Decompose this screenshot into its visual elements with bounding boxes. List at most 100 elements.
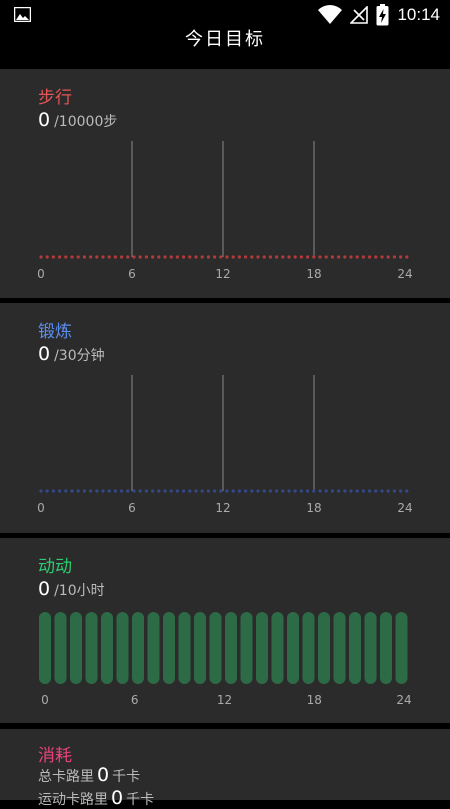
baseline-dot: [101, 255, 105, 259]
battery-charging-icon: [376, 4, 389, 26]
baseline-dot: [157, 255, 161, 259]
baseline-dot: [64, 489, 68, 493]
baseline-dot: [256, 255, 260, 259]
sport-calories-unit: 千卡: [126, 792, 155, 808]
baseline-dot: [337, 489, 341, 493]
baseline-dot: [281, 255, 285, 259]
baseline-dot: [95, 255, 99, 259]
exercise-chart: 0 6 12 18 24: [37, 375, 413, 515]
baseline-dot: [219, 255, 223, 259]
app-bar: 今日目标: [0, 30, 450, 68]
baseline-dot: [163, 255, 167, 259]
baseline-dot: [386, 255, 390, 259]
hour-bar: [395, 612, 408, 684]
hour-bar: [333, 612, 346, 684]
baseline-dot: [237, 489, 241, 493]
baseline-dot: [169, 255, 173, 259]
baseline-dot: [275, 489, 279, 493]
total-calories: 总卡路里 0 千卡: [38, 764, 140, 786]
hour-bar: [70, 612, 82, 684]
axis-tick-label: 0: [37, 267, 45, 281]
baseline-dot: [213, 489, 217, 493]
baseline-dot: [76, 255, 80, 259]
active-card[interactable]: 动动 0/10小时 0 6 12 18 24: [0, 538, 450, 723]
baseline-dot: [39, 255, 43, 259]
consume-title: 消耗: [38, 746, 72, 766]
baseline-dot: [39, 489, 43, 493]
baseline-dot: [206, 489, 210, 493]
sport-calories-value: 0: [111, 787, 124, 809]
baseline-dot: [374, 255, 378, 259]
baseline-dot: [361, 255, 365, 259]
baseline-dot: [82, 489, 86, 493]
baseline-dot: [306, 489, 310, 493]
baseline-dot: [225, 489, 229, 493]
baseline-dot: [151, 255, 155, 259]
baseline-dot: [225, 255, 229, 259]
hour-bar: [380, 612, 392, 684]
baseline-dot: [368, 489, 372, 493]
baseline-dot: [206, 255, 210, 259]
baseline-dot: [361, 489, 365, 493]
axis-tick-label: 0: [41, 693, 49, 707]
baseline-dot: [82, 255, 86, 259]
image-notification-icon: [14, 7, 31, 22]
steps-chart: 0 6 12 18 24: [37, 141, 413, 281]
baseline-dot: [250, 255, 254, 259]
baseline-dot: [95, 489, 99, 493]
axis-tick-label: 24: [397, 501, 412, 515]
baseline-dot: [200, 489, 204, 493]
baseline-dot: [188, 489, 192, 493]
baseline-dot: [45, 489, 49, 493]
consume-card[interactable]: 消耗 总卡路里 0 千卡 运动卡路里 0 千卡: [0, 729, 450, 809]
baseline-dot: [380, 489, 384, 493]
baseline-dot: [330, 255, 334, 259]
baseline-dot: [268, 489, 272, 493]
baseline-dot: [380, 255, 384, 259]
exercise-card[interactable]: 锻炼 0/30分钟 0 6 12 18 24: [0, 303, 450, 533]
baseline-dot: [194, 255, 198, 259]
baseline-dot: [175, 255, 179, 259]
baseline-dot: [262, 489, 266, 493]
hour-bar: [318, 612, 330, 684]
steps-card[interactable]: 步行 0/10000步 0 6 12 18 24: [0, 69, 450, 298]
baseline-dot: [126, 255, 130, 259]
baseline-dot: [64, 255, 68, 259]
baseline-dot: [368, 255, 372, 259]
wifi-icon: [318, 5, 343, 25]
baseline-dot: [182, 255, 186, 259]
baseline-dot: [293, 255, 297, 259]
hour-bar: [240, 612, 253, 684]
baseline-dot: [175, 489, 179, 493]
baseline-dot: [213, 255, 217, 259]
baseline-dot: [76, 489, 80, 493]
baseline-dot: [399, 489, 403, 493]
baseline-dot: [107, 255, 111, 259]
hour-bar: [163, 612, 175, 684]
baseline-dot: [244, 489, 248, 493]
baseline-dot: [275, 255, 279, 259]
baseline-dot: [349, 489, 353, 493]
axis-tick-label: 0: [37, 501, 45, 515]
baseline-dot: [101, 489, 105, 493]
active-chart: 0 6 12 18 24: [39, 612, 412, 707]
baseline-dot: [70, 489, 74, 493]
baseline-dot: [386, 489, 390, 493]
total-calories-unit: 千卡: [112, 769, 141, 785]
baseline-dot: [343, 255, 347, 259]
baseline-dot: [318, 255, 322, 259]
hour-bar: [271, 612, 284, 684]
baseline-dot: [355, 255, 359, 259]
baseline-dot: [349, 255, 353, 259]
baseline-dot: [231, 255, 235, 259]
baseline-dot: [89, 255, 93, 259]
baseline-dot: [318, 489, 322, 493]
hour-bar: [132, 612, 144, 684]
baseline-dot: [374, 489, 378, 493]
hour-bar: [147, 612, 160, 684]
axis-tick-label: 24: [396, 693, 411, 707]
hour-bar: [54, 612, 67, 684]
hour-bar: [256, 612, 268, 684]
baseline-dot: [51, 489, 56, 493]
axis-tick-label: 24: [397, 267, 412, 281]
